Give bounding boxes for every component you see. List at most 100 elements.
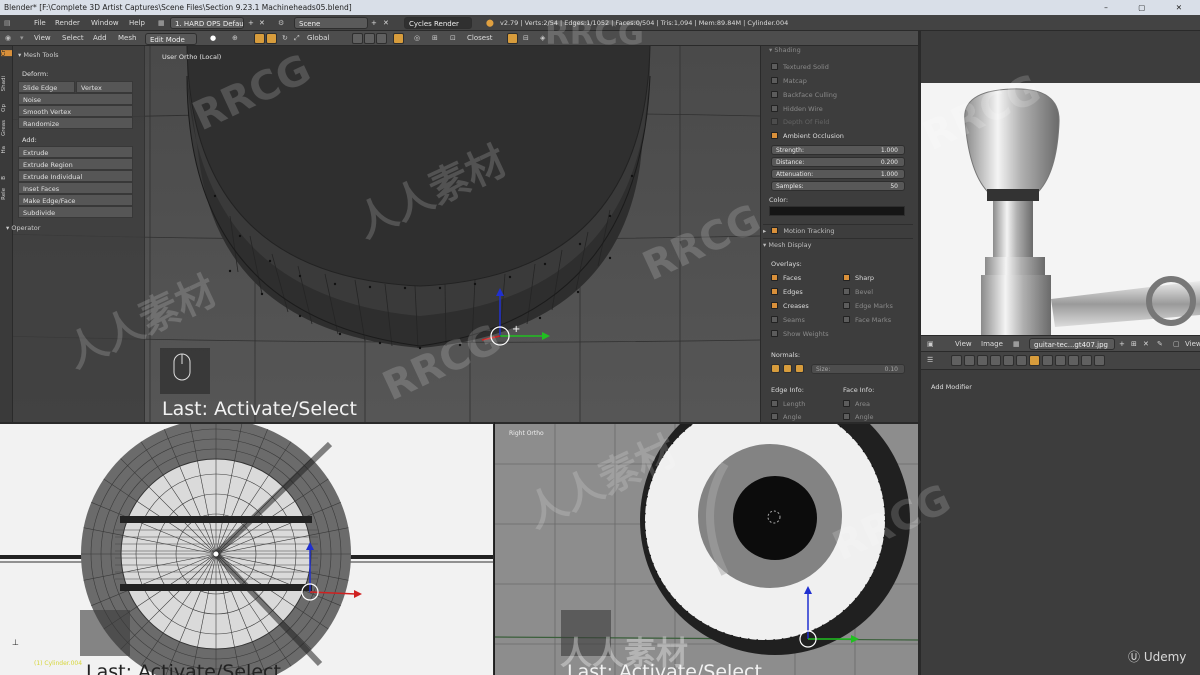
render-engine-select[interactable]: Cycles Render (404, 17, 472, 29)
face-area-checkbox[interactable]: Area (843, 400, 870, 408)
image-editor-type-icon[interactable]: ▣ (927, 336, 934, 351)
add-screen-button[interactable]: + (248, 15, 254, 30)
vertex-select-icon[interactable] (352, 33, 363, 44)
vertex-normals-icon[interactable] (771, 364, 780, 373)
menu-add[interactable]: Add (93, 31, 107, 45)
overlay-creases-checkbox[interactable]: Creases (771, 302, 809, 310)
tab-b[interactable]: B (1, 176, 12, 180)
unlink-image-button[interactable]: ✕ (1143, 336, 1149, 351)
menu-image-view[interactable]: View (955, 336, 972, 351)
shading-solid-icon[interactable]: ● (210, 31, 216, 45)
screen-layout-icon[interactable]: ▦ (158, 15, 165, 30)
overlay-faces-checkbox[interactable]: Faces (771, 274, 801, 282)
image-name-field[interactable]: guitar-tec...gt407.jpg (1029, 338, 1115, 350)
menu-help[interactable]: Help (129, 15, 145, 30)
add-scene-button[interactable]: + (371, 15, 377, 30)
ao-color-swatch[interactable] (769, 206, 905, 216)
menu-render[interactable]: Render (55, 15, 80, 30)
mode-select[interactable]: Edit Mode (145, 33, 197, 45)
data-tab-icon[interactable] (1042, 355, 1053, 366)
motion-tracking-panel[interactable]: ▸ Motion Tracking (763, 224, 913, 236)
view3d-editor-icon[interactable]: ◉ (5, 31, 11, 45)
translate-manipulator-icon[interactable] (266, 33, 277, 44)
pin-image-icon[interactable]: ✎ (1157, 336, 1163, 351)
noise-button[interactable]: Noise (18, 93, 133, 105)
world-tab-icon[interactable] (990, 355, 1001, 366)
smooth-vertex-button[interactable]: Smooth Vertex (18, 105, 133, 117)
scene-tab-icon[interactable] (977, 355, 988, 366)
overlay-show-weights-checkbox[interactable]: Show Weights (771, 330, 829, 338)
image-browse-icon[interactable]: ▦ (1013, 336, 1020, 351)
matcap-checkbox[interactable]: Matcap (771, 77, 807, 85)
scene-field[interactable]: Scene (294, 17, 368, 29)
maximize-button[interactable]: ▢ (1138, 3, 1159, 12)
ao-samples-field[interactable]: Samples: 50 (771, 181, 905, 191)
face-angle-checkbox[interactable]: Angle (843, 413, 874, 421)
modifiers-tab-icon[interactable] (1029, 355, 1040, 366)
mesh-display-panel-title[interactable]: ▾ Mesh Display (763, 238, 913, 250)
image-editor-view[interactable] (921, 31, 1200, 335)
image-view-menu-right[interactable]: View (1185, 336, 1200, 351)
right-ortho-viewport[interactable]: Right Ortho Last: Activate/Select (495, 422, 918, 675)
tab-hardops[interactable]: Ha (1, 146, 12, 154)
overlay-edges-checkbox[interactable]: Edges (771, 288, 803, 296)
new-image-button[interactable]: + (1119, 336, 1125, 351)
extrude-region-button[interactable]: Extrude Region (18, 158, 133, 170)
pivot-icon[interactable]: ⊕ (232, 31, 238, 45)
layer-icon[interactable]: ⊟ (523, 31, 529, 45)
tab-shading[interactable]: Shadi (1, 76, 12, 91)
ambient-occlusion-checkbox[interactable]: Ambient Occlusion (771, 132, 844, 140)
particles-tab-icon[interactable] (1081, 355, 1092, 366)
snap-icon[interactable]: ⊞ (432, 31, 438, 45)
extrude-individual-button[interactable]: Extrude Individual (18, 170, 133, 182)
overlay-bevel-checkbox[interactable]: Bevel (843, 288, 873, 296)
menu-file[interactable]: File (34, 15, 46, 30)
remove-scene-button[interactable]: ✕ (383, 15, 389, 30)
make-edge-face-button[interactable]: Make Edge/Face (18, 194, 133, 206)
subdivide-button[interactable]: Subdivide (18, 206, 133, 218)
render-layers-tab-icon[interactable] (964, 355, 975, 366)
add-modifier-button[interactable]: Add Modifier (931, 383, 972, 391)
constraints-tab-icon[interactable] (1016, 355, 1027, 366)
remove-screen-button[interactable]: ✕ (259, 15, 265, 30)
open-image-button[interactable]: ⊞ (1131, 336, 1137, 351)
tab-grease-pencil[interactable]: Greas (1, 120, 12, 136)
menu-image[interactable]: Image (981, 336, 1003, 351)
depth-of-field-checkbox[interactable]: Depth Of Field (771, 118, 829, 126)
face-normals-icon[interactable] (795, 364, 804, 373)
tab-tools[interactable]: Cr (1, 50, 12, 57)
render-tab-icon[interactable] (951, 355, 962, 366)
snap-target-select[interactable]: Closest (467, 31, 492, 45)
inset-faces-button[interactable]: Inset Faces (18, 182, 133, 194)
randomize-button[interactable]: Randomize (18, 117, 133, 129)
object-tab-icon[interactable] (1003, 355, 1014, 366)
snap-element-icon[interactable]: ⊡ (450, 31, 456, 45)
texture-tab-icon[interactable] (1068, 355, 1079, 366)
manipulator-toggle-icon[interactable] (254, 33, 265, 44)
face-select-icon[interactable] (376, 33, 387, 44)
normals-size-field[interactable]: Size: 0.10 (811, 364, 905, 374)
editor-type-icon[interactable]: ▤ (4, 15, 11, 30)
extrude-button[interactable]: Extrude (18, 146, 133, 158)
tab-options[interactable]: Op (1, 104, 12, 112)
overlay-seams-checkbox[interactable]: Seams (771, 316, 805, 324)
ao-strength-field[interactable]: Strength: 1.000 (771, 145, 905, 155)
hidden-wire-checkbox[interactable]: Hidden Wire (771, 105, 823, 113)
slide-edge-button[interactable]: Slide Edge (18, 81, 75, 93)
scene-icon[interactable]: ⚙ (278, 15, 284, 30)
scale-manipulator-icon[interactable]: ⤢ (294, 31, 300, 45)
vertex-button[interactable]: Vertex (76, 81, 133, 93)
ao-attenuation-field[interactable]: Attenuation: 1.000 (771, 169, 905, 179)
header-collapse-icon[interactable]: ▾ (20, 31, 24, 45)
proportional-edit-icon[interactable]: ◎ (414, 31, 420, 45)
edge-angle-checkbox[interactable]: Angle (771, 413, 802, 421)
top-ortho-viewport[interactable]: (1) Cylinder.004 ⊥ Last: Activate/Select (0, 422, 494, 675)
overlay-face-marks-checkbox[interactable]: Face Marks (843, 316, 891, 324)
menu-window[interactable]: Window (91, 15, 119, 30)
backface-culling-checkbox[interactable]: Backface Culling (771, 91, 837, 99)
edge-select-icon[interactable] (364, 33, 375, 44)
limit-selection-icon[interactable] (393, 33, 404, 44)
tab-relations[interactable]: Rele (1, 188, 12, 200)
image-display-icon[interactable]: ▢ (1173, 336, 1180, 351)
overlay-edge-marks-checkbox[interactable]: Edge Marks (843, 302, 893, 310)
